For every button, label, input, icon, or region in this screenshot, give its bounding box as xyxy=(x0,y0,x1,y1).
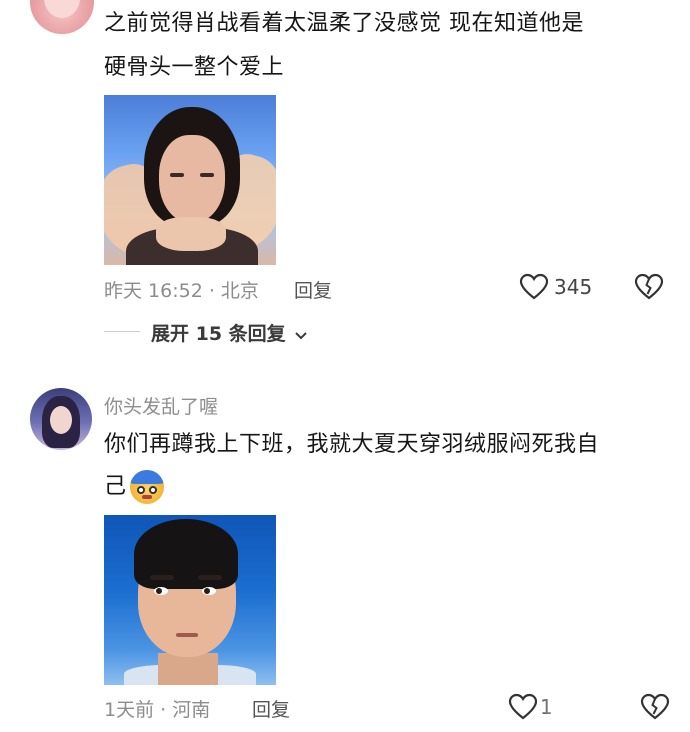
expand-divider xyxy=(104,331,140,332)
expand-replies-label: 展开 15 条回复 xyxy=(151,323,286,345)
heart-outline-icon[interactable] xyxy=(508,693,538,721)
comment-time: 1天前 xyxy=(104,699,155,721)
comment-meta: 昨天 16:52 · 北京 xyxy=(104,276,259,303)
commenter-avatar[interactable] xyxy=(30,0,94,34)
comment-text-line: 己 xyxy=(104,474,127,499)
comment-text-line: 你们再蹲我上下班，我就大夏天穿羽绒服闷死我自 xyxy=(104,432,600,457)
comment-time: 昨天 16:52 xyxy=(104,280,203,302)
comment-location: 河南 xyxy=(172,699,211,721)
comment-text-line: 硬骨头一整个爱上 xyxy=(104,55,285,80)
commenter-avatar[interactable] xyxy=(30,388,92,450)
heart-outline-icon[interactable] xyxy=(519,273,549,301)
broken-heart-icon[interactable] xyxy=(634,273,664,301)
reply-button[interactable]: 回复 xyxy=(252,695,290,722)
meta-separator: · xyxy=(202,280,221,302)
commenter-username[interactable]: 你头发乱了喔 xyxy=(104,392,218,419)
comment-image[interactable] xyxy=(104,515,276,685)
sweating-emoji-icon xyxy=(130,470,164,504)
expand-replies-button[interactable]: 展开 15 条回复 xyxy=(151,319,308,346)
comment-meta: 1天前 · 河南 xyxy=(104,695,210,722)
comment-image[interactable] xyxy=(104,95,276,265)
chevron-down-icon xyxy=(294,324,308,346)
comment-text-line: 之前觉得肖战看着太温柔了没感觉 现在知道他是 xyxy=(104,11,584,36)
reply-button[interactable]: 回复 xyxy=(294,276,332,303)
meta-separator: · xyxy=(154,699,173,721)
like-count: 345 xyxy=(554,275,593,299)
comment-location: 北京 xyxy=(220,280,259,302)
broken-heart-icon[interactable] xyxy=(640,693,670,721)
